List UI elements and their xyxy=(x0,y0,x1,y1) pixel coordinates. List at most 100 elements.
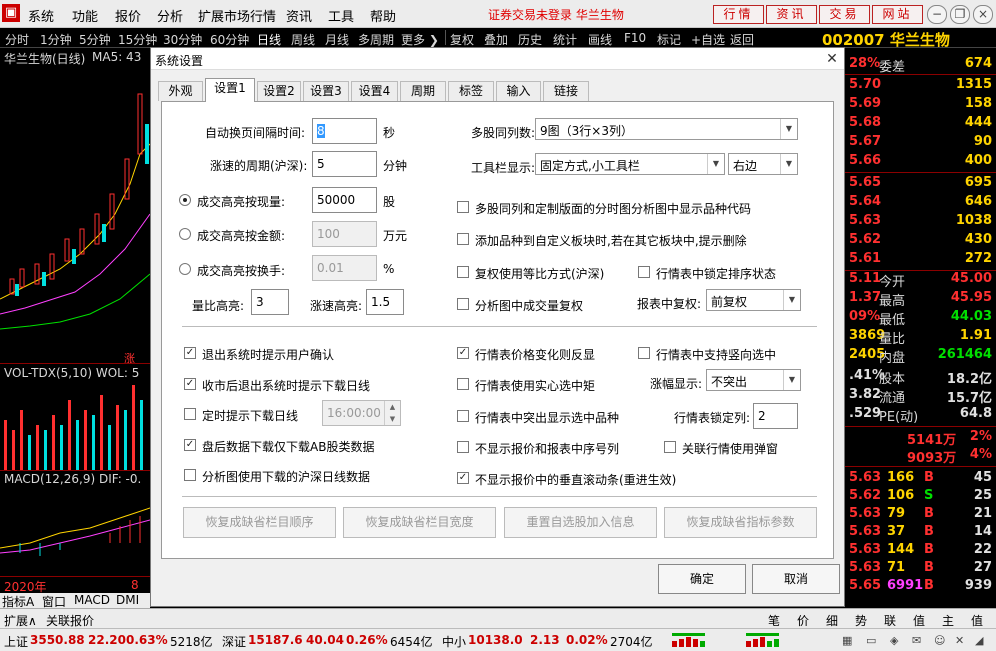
menu-quote[interactable]: 报价 xyxy=(115,6,141,25)
tab-trend[interactable]: 势 xyxy=(855,612,867,629)
checkbox-hide-scrollbar[interactable]: ✓ xyxy=(457,472,469,484)
checkbox-vertical-select[interactable] xyxy=(638,347,650,359)
lock-columns-input[interactable]: 2 xyxy=(753,403,798,429)
quote-button[interactable]: 行情 xyxy=(713,5,764,24)
spinner-icon[interactable]: ▲ ▼ xyxy=(384,401,400,425)
tab-settings1[interactable]: 设置1 xyxy=(205,78,255,102)
tab-macd[interactable]: MACD xyxy=(74,593,110,607)
tool-f10[interactable]: F10 xyxy=(624,31,646,45)
menu-help[interactable]: 帮助 xyxy=(370,6,396,25)
tab-settings4[interactable]: 设置4 xyxy=(351,81,398,101)
checkbox-hide-index-col[interactable] xyxy=(457,441,469,453)
person-icon[interactable]: ☺ xyxy=(934,634,945,647)
tab-period[interactable]: 周期 xyxy=(400,81,446,101)
news-button[interactable]: 资讯 xyxy=(766,5,817,24)
menu-tools[interactable]: 工具 xyxy=(328,6,354,25)
checkbox-ratio-adjust[interactable] xyxy=(457,266,469,278)
tab-main[interactable]: 主 xyxy=(942,612,954,629)
tab-link[interactable]: 链接 xyxy=(543,81,589,101)
sell-row[interactable]: 5.67 90 xyxy=(845,134,996,152)
period-5min[interactable]: 5分钟 xyxy=(79,31,111,48)
chat-icon[interactable]: ✉ xyxy=(912,634,921,647)
mute-icon[interactable]: ✕ xyxy=(955,634,964,647)
zs-highlight-input[interactable]: 1.5 xyxy=(366,289,404,315)
period-more[interactable]: 更多 ❯ xyxy=(401,31,439,48)
restore-indicator-params-button[interactable]: 恢复成缺省指标参数 xyxy=(664,507,817,538)
hl-turnover-input[interactable]: 0.01 xyxy=(312,255,377,281)
checkbox-highlight-selected[interactable] xyxy=(457,410,469,422)
tab-appearance[interactable]: 外观 xyxy=(158,81,203,101)
tab-detail[interactable]: 细 xyxy=(826,612,838,629)
expand-button[interactable]: 扩展∧ xyxy=(4,612,37,629)
minimize-icon[interactable]: − xyxy=(927,5,947,24)
checkbox-exit-confirm[interactable]: ✓ xyxy=(184,347,196,359)
tab-window[interactable]: 窗口 xyxy=(42,593,66,608)
period-60min[interactable]: 60分钟 xyxy=(210,31,249,48)
report-adjust-select[interactable]: 前复权 ▼ xyxy=(706,289,801,311)
tab-input[interactable]: 输入 xyxy=(496,81,541,101)
tab-trades[interactable]: 笔 xyxy=(768,612,780,629)
buy-row[interactable]: 5.64 646 xyxy=(845,194,996,212)
reset-favorites-button[interactable]: 重置自选股加入信息 xyxy=(504,507,657,538)
tab-linked[interactable]: 联 xyxy=(884,612,896,629)
index-name[interactable]: 中小 xyxy=(442,633,466,650)
cancel-button[interactable]: 取消 xyxy=(752,564,840,594)
auto-page-input[interactable]: 8 xyxy=(312,118,377,144)
menu-function[interactable]: 功能 xyxy=(72,6,98,25)
tab-price[interactable]: 价 xyxy=(797,612,809,629)
checkbox-solid-select[interactable] xyxy=(457,378,469,390)
period-15min[interactable]: 15分钟 xyxy=(118,31,157,48)
change-display-select[interactable]: 不突出 ▼ xyxy=(706,369,801,391)
tool-back[interactable]: 返回 xyxy=(730,31,754,48)
period-30min[interactable]: 30分钟 xyxy=(163,31,202,48)
sell-row[interactable]: 5.68 444 xyxy=(845,115,996,133)
buy-row[interactable]: 5.61 272 xyxy=(845,251,996,269)
tool-adjust[interactable]: 复权 xyxy=(450,31,474,48)
window-icon[interactable]: ▭ xyxy=(866,634,876,647)
tab-settings2[interactable]: 设置2 xyxy=(257,81,301,101)
checkbox-price-reverse[interactable]: ✓ xyxy=(457,347,469,359)
menu-system[interactable]: 系统 xyxy=(28,6,54,25)
alert-icon[interactable]: ◈ xyxy=(890,634,898,647)
buy-row[interactable]: 5.62 430 xyxy=(845,232,996,250)
kline-chart-area[interactable]: 华兰生物(日线) MA5: 43 涨 VOL-TDX(5,10) WOL: 5 xyxy=(0,48,150,608)
checkbox-ab-only[interactable]: ✓ xyxy=(184,439,196,451)
period-1min[interactable]: 1分钟 xyxy=(40,31,72,48)
close-icon[interactable]: × xyxy=(973,5,993,24)
buy-row[interactable]: 5.63 1038 xyxy=(845,213,996,231)
trade-button[interactable]: 交易 xyxy=(819,5,870,24)
multi-stock-select[interactable]: 9图（3行×3列） ▼ xyxy=(535,118,798,140)
tool-mark[interactable]: 标记 xyxy=(657,31,681,48)
period-monthly[interactable]: 月线 xyxy=(325,31,349,48)
period-intraday[interactable]: 分时 xyxy=(5,31,29,48)
tab-settings3[interactable]: 设置3 xyxy=(303,81,349,101)
dialog-titlebar[interactable]: 系统设置 ✕ xyxy=(151,48,844,70)
buy-row[interactable]: 5.65 695 xyxy=(845,175,996,193)
checkbox-timed-download[interactable] xyxy=(184,408,196,420)
signal-icon[interactable]: ◢ xyxy=(975,634,983,647)
tool-history[interactable]: 历史 xyxy=(518,31,542,48)
sell-row[interactable]: 5.70 1315 xyxy=(845,77,996,95)
checkbox-linked-popup[interactable] xyxy=(664,441,676,453)
ok-button[interactable]: 确定 xyxy=(658,564,746,594)
checkbox-use-downloaded[interactable] xyxy=(184,469,196,481)
index-name[interactable]: 深证 xyxy=(222,633,246,650)
toolbar-mode-select[interactable]: 固定方式,小工具栏 ▼ xyxy=(535,153,725,175)
network-icon[interactable]: ▦ xyxy=(842,634,852,647)
checkbox-download-prompt[interactable]: ✓ xyxy=(184,378,196,390)
hl-volume-radio[interactable] xyxy=(179,194,191,206)
period-daily[interactable]: 日线 xyxy=(257,31,281,48)
tab-label[interactable]: 标签 xyxy=(448,81,494,101)
speed-period-input[interactable]: 5 xyxy=(312,151,377,177)
restore-column-width-button[interactable]: 恢复成缺省栏目宽度 xyxy=(343,507,496,538)
hl-turnover-radio[interactable] xyxy=(179,263,191,275)
checkbox-prompt-delete[interactable] xyxy=(457,233,469,245)
tool-stats[interactable]: 统计 xyxy=(553,31,577,48)
period-multi[interactable]: 多周期 xyxy=(358,31,394,48)
menu-analysis[interactable]: 分析 xyxy=(157,6,183,25)
checkbox-volume-adjust[interactable] xyxy=(457,298,469,310)
tab-indicator-a[interactable]: 指标A xyxy=(2,593,34,608)
period-weekly[interactable]: 周线 xyxy=(291,31,315,48)
index-name[interactable]: 上证 xyxy=(4,633,28,650)
website-button[interactable]: 网站 xyxy=(872,5,923,24)
